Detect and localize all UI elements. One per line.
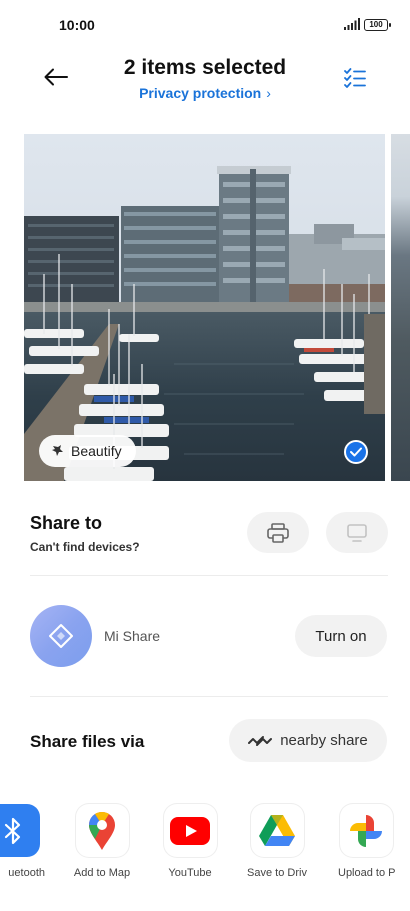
header: 2 items selected Privacy protection › xyxy=(0,48,410,114)
privacy-protection-label: Privacy protection xyxy=(139,85,262,101)
share-to-title: Share to xyxy=(30,513,103,533)
harbor-photo xyxy=(24,134,385,481)
google-photos-icon xyxy=(339,804,393,857)
chevron-right-icon: › xyxy=(266,85,271,101)
app-google-photos[interactable]: Upload to P xyxy=(330,804,402,879)
app-google-maps[interactable]: Add to Map xyxy=(66,804,138,879)
status-time: 10:00 xyxy=(59,17,95,33)
mi-share-icon xyxy=(30,605,92,667)
beautify-label: Beautify xyxy=(71,443,122,459)
youtube-icon xyxy=(163,804,217,857)
bluetooth-icon xyxy=(0,804,40,857)
signal-icon xyxy=(344,18,360,30)
nearby-share-button[interactable]: nearby share xyxy=(229,719,387,762)
app-label: uetooth xyxy=(8,867,45,879)
app-label: Upload to P xyxy=(338,867,396,879)
share-files-section: Share files via nearby share xyxy=(0,717,410,765)
next-photo-thumbnail[interactable] xyxy=(391,134,410,481)
app-youtube[interactable]: YouTube xyxy=(154,804,226,879)
app-label: Add to Map xyxy=(73,867,131,879)
select-items-button[interactable] xyxy=(340,64,370,92)
google-maps-icon xyxy=(75,804,129,857)
divider xyxy=(30,575,388,576)
photo-carousel[interactable]: Beautify xyxy=(24,134,410,481)
mi-share-section: Mi Share Turn on xyxy=(0,596,410,676)
print-device-button[interactable] xyxy=(247,512,309,553)
battery-icon: 100 xyxy=(364,19,391,31)
selected-check-badge[interactable] xyxy=(344,440,368,464)
status-bar: 10:00 100 xyxy=(0,0,410,48)
app-label: Save to Driv xyxy=(247,867,307,879)
checklist-icon xyxy=(344,68,366,88)
monitor-icon xyxy=(347,523,367,542)
turn-on-button[interactable]: Turn on xyxy=(295,615,387,657)
app-label: YouTube xyxy=(168,867,212,879)
share-to-section: Share to Can't find devices? xyxy=(0,505,410,565)
share-to-subtitle: Can't find devices? xyxy=(30,540,140,554)
nearby-share-label: nearby share xyxy=(280,732,368,749)
mi-share-label: Mi Share xyxy=(104,628,161,644)
app-bluetooth[interactable]: uetooth xyxy=(0,804,49,879)
magic-wand-icon xyxy=(52,445,63,456)
nearby-share-icon xyxy=(248,735,273,746)
share-files-title: Share files via xyxy=(30,732,145,751)
app-google-drive[interactable]: Save to Driv xyxy=(241,804,313,879)
divider xyxy=(30,696,388,697)
beautify-button[interactable]: Beautify xyxy=(39,435,136,467)
printer-icon xyxy=(267,522,289,543)
photo-thumbnail[interactable]: Beautify xyxy=(24,134,385,481)
google-drive-icon xyxy=(250,804,304,857)
cast-device-button[interactable] xyxy=(326,512,388,553)
share-apps-row[interactable]: uetooth Add to Map YouTube Save to Driv … xyxy=(0,804,410,894)
checkmark-icon xyxy=(350,447,362,457)
